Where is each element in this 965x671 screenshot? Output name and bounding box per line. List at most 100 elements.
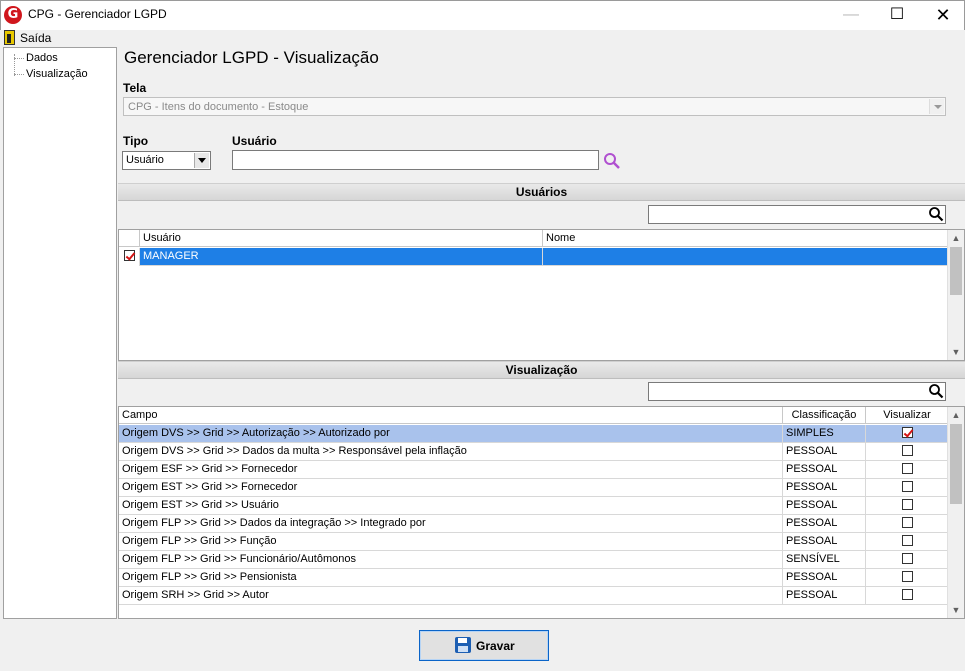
cell-visualizar[interactable] [866, 551, 949, 569]
cell-visualizar[interactable] [866, 587, 949, 605]
window-title: CPG - Gerenciador LGPD [28, 7, 167, 21]
page-title: Gerenciador LGPD - Visualização [124, 48, 379, 67]
visualizar-checkbox[interactable] [901, 426, 913, 438]
cell-visualizar[interactable] [866, 425, 949, 443]
cell-campo: Origem FLP >> Grid >> Dados da integraçã… [119, 515, 783, 533]
table-row[interactable]: Origem ESF >> Grid >> Fornecedor PESSOAL [119, 461, 949, 479]
usuario-label: Usuário [232, 134, 277, 148]
tipo-select-value: Usuário [126, 154, 164, 166]
column-header-nome[interactable]: Nome [543, 230, 949, 247]
cell-campo: Origem FLP >> Grid >> Pensionista [119, 569, 783, 587]
cell-visualizar[interactable] [866, 533, 949, 551]
menu-bar [0, 30, 965, 46]
tree-item-visualizacao[interactable]: Visualização [26, 68, 88, 80]
tela-select[interactable]: CPG - Itens do documento - Estoque [123, 97, 946, 116]
select-column-header [119, 230, 140, 247]
cell-campo: Origem DVS >> Grid >> Autorização >> Aut… [119, 425, 783, 443]
cell-usuario: MANAGER [140, 248, 543, 266]
visualizar-checkbox[interactable] [901, 498, 913, 510]
close-button[interactable]: ✕ [920, 0, 965, 30]
table-row[interactable]: Origem DVS >> Grid >> Autorização >> Aut… [119, 425, 949, 443]
cell-classificacao: PESSOAL [783, 569, 866, 587]
cell-campo: Origem EST >> Grid >> Usuário [119, 497, 783, 515]
cell-visualizar[interactable] [866, 461, 949, 479]
visualizacao-search-input[interactable] [648, 382, 946, 401]
save-button[interactable]: Gravar [419, 630, 549, 661]
cell-visualizar[interactable] [866, 479, 949, 497]
app-logo-icon: G [4, 6, 22, 24]
table-row[interactable]: Origem FLP >> Grid >> Dados da integraçã… [119, 515, 949, 533]
visualizacao-scrollbar[interactable]: ▲ ▼ [947, 407, 964, 618]
cell-classificacao: SIMPLES [783, 425, 866, 443]
visualizar-checkbox[interactable] [901, 444, 913, 456]
table-row[interactable]: Origem SRH >> Grid >> Autor PESSOAL [119, 587, 949, 605]
cell-classificacao: PESSOAL [783, 515, 866, 533]
scroll-down-icon[interactable]: ▼ [948, 344, 964, 360]
exit-door-icon[interactable] [4, 30, 15, 45]
visualizar-checkbox[interactable] [901, 534, 913, 546]
minimize-button[interactable]: — [828, 0, 874, 30]
table-row[interactable]: Origem DVS >> Grid >> Dados da multa >> … [119, 443, 949, 461]
tree-connector [14, 58, 24, 59]
cell-nome [543, 248, 949, 266]
chevron-down-icon[interactable] [194, 153, 209, 168]
cell-visualizar[interactable] [866, 497, 949, 515]
cell-classificacao: PESSOAL [783, 587, 866, 605]
visualizar-checkbox[interactable] [901, 570, 913, 582]
cell-visualizar[interactable] [866, 443, 949, 461]
table-row[interactable]: Origem FLP >> Grid >> Funcionário/Autômo… [119, 551, 949, 569]
tipo-select[interactable]: Usuário [122, 151, 211, 170]
scroll-up-icon[interactable]: ▲ [948, 230, 964, 246]
visualizar-checkbox[interactable] [901, 588, 913, 600]
visualizar-checkbox[interactable] [901, 516, 913, 528]
cell-classificacao: PESSOAL [783, 443, 866, 461]
search-icon[interactable] [928, 206, 944, 222]
column-header-campo[interactable]: Campo [119, 407, 783, 424]
table-row[interactable]: Origem FLP >> Grid >> Pensionista PESSOAL [119, 569, 949, 587]
usuarios-section-header: Usuários [118, 183, 965, 201]
table-row[interactable]: MANAGER [119, 248, 949, 266]
usuarios-search-input[interactable] [648, 205, 946, 224]
cell-campo: Origem ESF >> Grid >> Fornecedor [119, 461, 783, 479]
cell-classificacao: SENSÍVEL [783, 551, 866, 569]
search-icon[interactable] [928, 383, 944, 399]
table-row[interactable]: Origem FLP >> Grid >> Função PESSOAL [119, 533, 949, 551]
navigation-tree: Dados Visualização [3, 47, 117, 619]
tipo-label: Tipo [123, 134, 149, 148]
visualizar-checkbox[interactable] [901, 480, 913, 492]
scroll-thumb[interactable] [950, 424, 962, 504]
scroll-down-icon[interactable]: ▼ [948, 602, 964, 618]
table-row[interactable]: Origem EST >> Grid >> Usuário PESSOAL [119, 497, 949, 515]
row-checkbox[interactable] [123, 249, 135, 261]
column-header-usuario[interactable]: Usuário [140, 230, 543, 247]
column-header-classificacao[interactable]: Classificação [783, 407, 866, 424]
cell-campo: Origem FLP >> Grid >> Função [119, 533, 783, 551]
scroll-thumb[interactable] [950, 247, 962, 295]
cell-visualizar[interactable] [866, 515, 949, 533]
scroll-up-icon[interactable]: ▲ [948, 407, 964, 423]
tree-item-dados[interactable]: Dados [26, 52, 58, 64]
usuarios-scrollbar[interactable]: ▲ ▼ [947, 230, 964, 360]
user-search-icon[interactable] [602, 151, 622, 171]
cell-campo: Origem SRH >> Grid >> Autor [119, 587, 783, 605]
usuarios-grid: Usuário Nome MANAGER ▲ ▼ [118, 229, 965, 361]
row-select-cell[interactable] [119, 248, 140, 266]
chevron-down-icon[interactable] [929, 99, 944, 114]
cell-classificacao: PESSOAL [783, 461, 866, 479]
menu-exit[interactable]: Saída [20, 31, 51, 45]
tree-connector [14, 74, 24, 75]
visualizacao-grid: Campo Classificação Visualizar Origem DV… [118, 406, 965, 619]
cell-visualizar[interactable] [866, 569, 949, 587]
usuario-input[interactable] [232, 150, 599, 170]
tela-label: Tela [123, 81, 147, 95]
visualizar-checkbox[interactable] [901, 462, 913, 474]
visualizacao-grid-header: Campo Classificação Visualizar [119, 407, 949, 424]
cell-campo: Origem EST >> Grid >> Fornecedor [119, 479, 783, 497]
tela-select-value: CPG - Itens do documento - Estoque [128, 101, 309, 113]
visualizar-checkbox[interactable] [901, 552, 913, 564]
floppy-disk-icon [455, 637, 471, 653]
maximize-button[interactable]: ☐ [874, 0, 920, 30]
table-row[interactable]: Origem EST >> Grid >> Fornecedor PESSOAL [119, 479, 949, 497]
usuarios-grid-header: Usuário Nome [119, 230, 949, 247]
column-header-visualizar[interactable]: Visualizar [866, 407, 949, 424]
